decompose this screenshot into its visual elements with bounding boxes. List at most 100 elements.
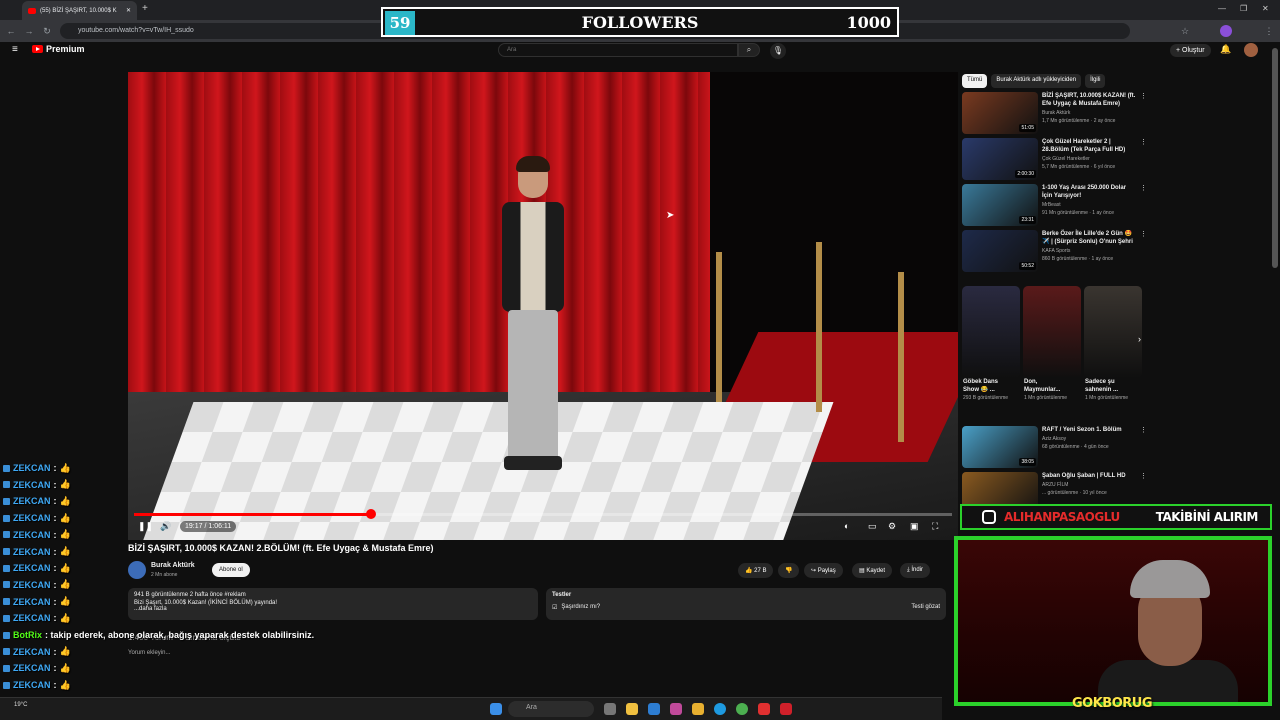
more-options-icon[interactable]: ⋮ — [1140, 138, 1147, 146]
short-title[interactable]: Don, Maymunlar... — [1024, 378, 1072, 394]
explorer-icon[interactable] — [626, 703, 638, 715]
rec-item[interactable]: 23:31 1-100 Yaş Arası 250.000 Dolar İçin … — [962, 184, 1148, 228]
rec-channel[interactable]: Çok Güzel Hareketler — [1042, 156, 1090, 162]
rec-channel[interactable]: KAFA Sports — [1042, 248, 1070, 254]
search-input[interactable]: Ara — [498, 43, 738, 57]
chat-username[interactable]: ZEKCAN — [13, 580, 51, 590]
app2-icon[interactable] — [758, 703, 770, 715]
taskbar-search[interactable]: Ara — [508, 701, 594, 717]
rec-channel[interactable]: MrBeast — [1042, 202, 1061, 208]
notifications-icon[interactable]: 🔔 — [1220, 44, 1231, 55]
rec-channel[interactable]: Aziz Aksoy — [1042, 436, 1066, 442]
chip-related[interactable]: İlgili — [1085, 74, 1106, 88]
close-window-icon[interactable]: ✕ — [1262, 4, 1269, 13]
short-thumbnail[interactable] — [1084, 286, 1142, 378]
follow-text: TAKİBİNİ ALIRIM — [1155, 510, 1259, 524]
settings-gear-icon[interactable]: ⚙ — [888, 521, 896, 532]
rec-title[interactable]: RAFT / Yeni Sezon 1. Bölüm — [1042, 426, 1138, 434]
chat-username[interactable]: ZEKCAN — [13, 647, 51, 657]
subtitles-icon[interactable]: ▭ — [868, 521, 877, 532]
video-thumbnail[interactable]: 50:52 — [962, 230, 1038, 272]
mic-button[interactable]: 🎙 — [770, 43, 786, 59]
edge-icon[interactable] — [714, 703, 726, 715]
video-thumbnail[interactable]: 38:05 — [962, 426, 1038, 468]
create-button[interactable]: + Oluştur — [1170, 44, 1211, 57]
more-options-icon[interactable]: ⋮ — [1140, 184, 1147, 192]
youtube-logo[interactable]: Premium — [32, 44, 85, 54]
short-views: 1 Mn görüntülenme — [1085, 395, 1129, 401]
rec-item[interactable]: 2:00:30 Çok Güzel Hareketler 2 | 28.Bölüm… — [962, 138, 1148, 182]
short-title[interactable]: Sadece şu sahnenin ... — [1085, 378, 1133, 394]
chat-username[interactable]: ZEKCAN — [13, 597, 51, 607]
chat-username[interactable]: ZEKCAN — [13, 680, 51, 690]
fullscreen-icon[interactable]: ⛶ — [932, 521, 938, 532]
tests-button[interactable]: Testi gözat — [911, 604, 940, 611]
back-icon[interactable]: ← — [4, 24, 18, 38]
chat-username[interactable]: ZEKCAN — [13, 547, 51, 557]
search-button[interactable]: ⌕ — [738, 43, 760, 57]
rec-title[interactable]: 1-100 Yaş Arası 250.000 Dolar İçin Yarış… — [1042, 184, 1138, 200]
rec-title[interactable]: Berke Özer İle Lille'de 2 Gün 🤩✈️ | (Sür… — [1042, 230, 1138, 246]
short-thumbnail[interactable] — [1023, 286, 1081, 378]
dislike-button[interactable]: 👎 — [778, 563, 800, 578]
weather-widget[interactable]: 19°C — [14, 702, 27, 708]
page-scrollbar[interactable] — [1272, 48, 1278, 268]
chat-username[interactable]: ZEKCAN — [13, 530, 51, 540]
bookmark-icon[interactable]: ☆ — [1178, 24, 1192, 38]
chat-username[interactable]: ZEKCAN — [13, 463, 51, 473]
checkbox-icon[interactable]: ☑ — [552, 604, 557, 611]
more-options-icon[interactable]: ⋮ — [1140, 230, 1147, 238]
chat-username[interactable]: ZEKCAN — [13, 563, 51, 573]
shorts-next-icon[interactable]: › — [1138, 334, 1141, 344]
autoplay-toggle[interactable]: ◐ — [844, 521, 849, 531]
maximize-icon[interactable]: ❐ — [1240, 4, 1247, 13]
app-icon[interactable] — [670, 703, 682, 715]
download-button[interactable]: ⤓ İndir — [900, 563, 930, 578]
save-button[interactable]: ▤ Kaydet — [852, 563, 893, 578]
rec-item[interactable]: 38:05 RAFT / Yeni Sezon 1. Bölüm Aziz Akso… — [962, 426, 1148, 470]
forward-icon[interactable]: → — [22, 24, 36, 38]
rec-channel[interactable]: ARZU FİLM — [1042, 482, 1068, 488]
miniplayer-icon[interactable]: ▣ — [910, 521, 919, 532]
chip-all[interactable]: Tümü — [962, 74, 988, 88]
profile-avatar[interactable] — [1220, 25, 1232, 37]
reload-icon[interactable]: ↻ — [40, 24, 54, 38]
new-tab-button[interactable]: + — [142, 3, 148, 14]
chat-message: ZEKCAN: 👍 — [3, 577, 71, 593]
hamburger-icon[interactable]: ≡ — [12, 44, 18, 55]
video-thumbnail[interactable]: 2:00:30 — [962, 138, 1038, 180]
browser-tab[interactable]: (55) BİZİ ŞAŞIRT, 10.000$ K ✕ — [22, 1, 137, 20]
rec-item[interactable]: 50:52 Berke Özer İle Lille'de 2 Gün 🤩✈️ |… — [962, 230, 1148, 274]
more-options-icon[interactable]: ⋮ — [1140, 472, 1147, 480]
chip-uploader[interactable]: Burak Aktürk adlı yükleyiciden — [991, 74, 1082, 88]
start-icon[interactable] — [490, 703, 502, 715]
more-options-icon[interactable]: ⋮ — [1140, 92, 1147, 100]
chat-username[interactable]: ZEKCAN — [13, 480, 51, 490]
rec-title[interactable]: Çok Güzel Hareketler 2 | 28.Bölüm (Tek P… — [1042, 138, 1138, 154]
chat-username[interactable]: ZEKCAN — [13, 513, 51, 523]
short-thumbnail[interactable] — [962, 286, 1020, 378]
taskview-icon[interactable] — [604, 703, 616, 715]
chat-username[interactable]: BotRix — [13, 630, 42, 640]
menu-icon[interactable]: ⋮ — [1262, 24, 1276, 38]
chat-username[interactable]: ZEKCAN — [13, 496, 51, 506]
close-tab-icon[interactable]: ✕ — [126, 7, 131, 14]
rec-item[interactable]: 51:05 BİZİ ŞAŞIRT, 10.000$ KAZAN! (ft. Ef… — [962, 92, 1148, 136]
folder-icon[interactable] — [692, 703, 704, 715]
chrome-icon[interactable] — [736, 703, 748, 715]
app3-icon[interactable] — [780, 703, 792, 715]
chat-username[interactable]: ZEKCAN — [13, 663, 51, 673]
chat-username[interactable]: ZEKCAN — [13, 613, 51, 623]
video-thumbnail[interactable]: 51:05 — [962, 92, 1038, 134]
short-title[interactable]: Göbek Dans Show 😂 ... — [963, 378, 1011, 394]
video-thumbnail[interactable]: 23:31 — [962, 184, 1038, 226]
share-button[interactable]: ↪ Paylaş — [804, 563, 843, 578]
like-button[interactable]: 👍 27 B — [738, 563, 774, 578]
more-options-icon[interactable]: ⋮ — [1140, 426, 1147, 434]
account-avatar[interactable] — [1244, 43, 1258, 57]
rec-channel[interactable]: Burak Aktürk — [1042, 110, 1070, 116]
rec-title[interactable]: Şaban Oğlu Şaban | FULL HD — [1042, 472, 1138, 480]
minimize-icon[interactable]: — — [1218, 4, 1226, 13]
store-icon[interactable] — [648, 703, 660, 715]
rec-title[interactable]: BİZİ ŞAŞIRT, 10.000$ KAZAN! (ft. Efe Uyg… — [1042, 92, 1138, 108]
